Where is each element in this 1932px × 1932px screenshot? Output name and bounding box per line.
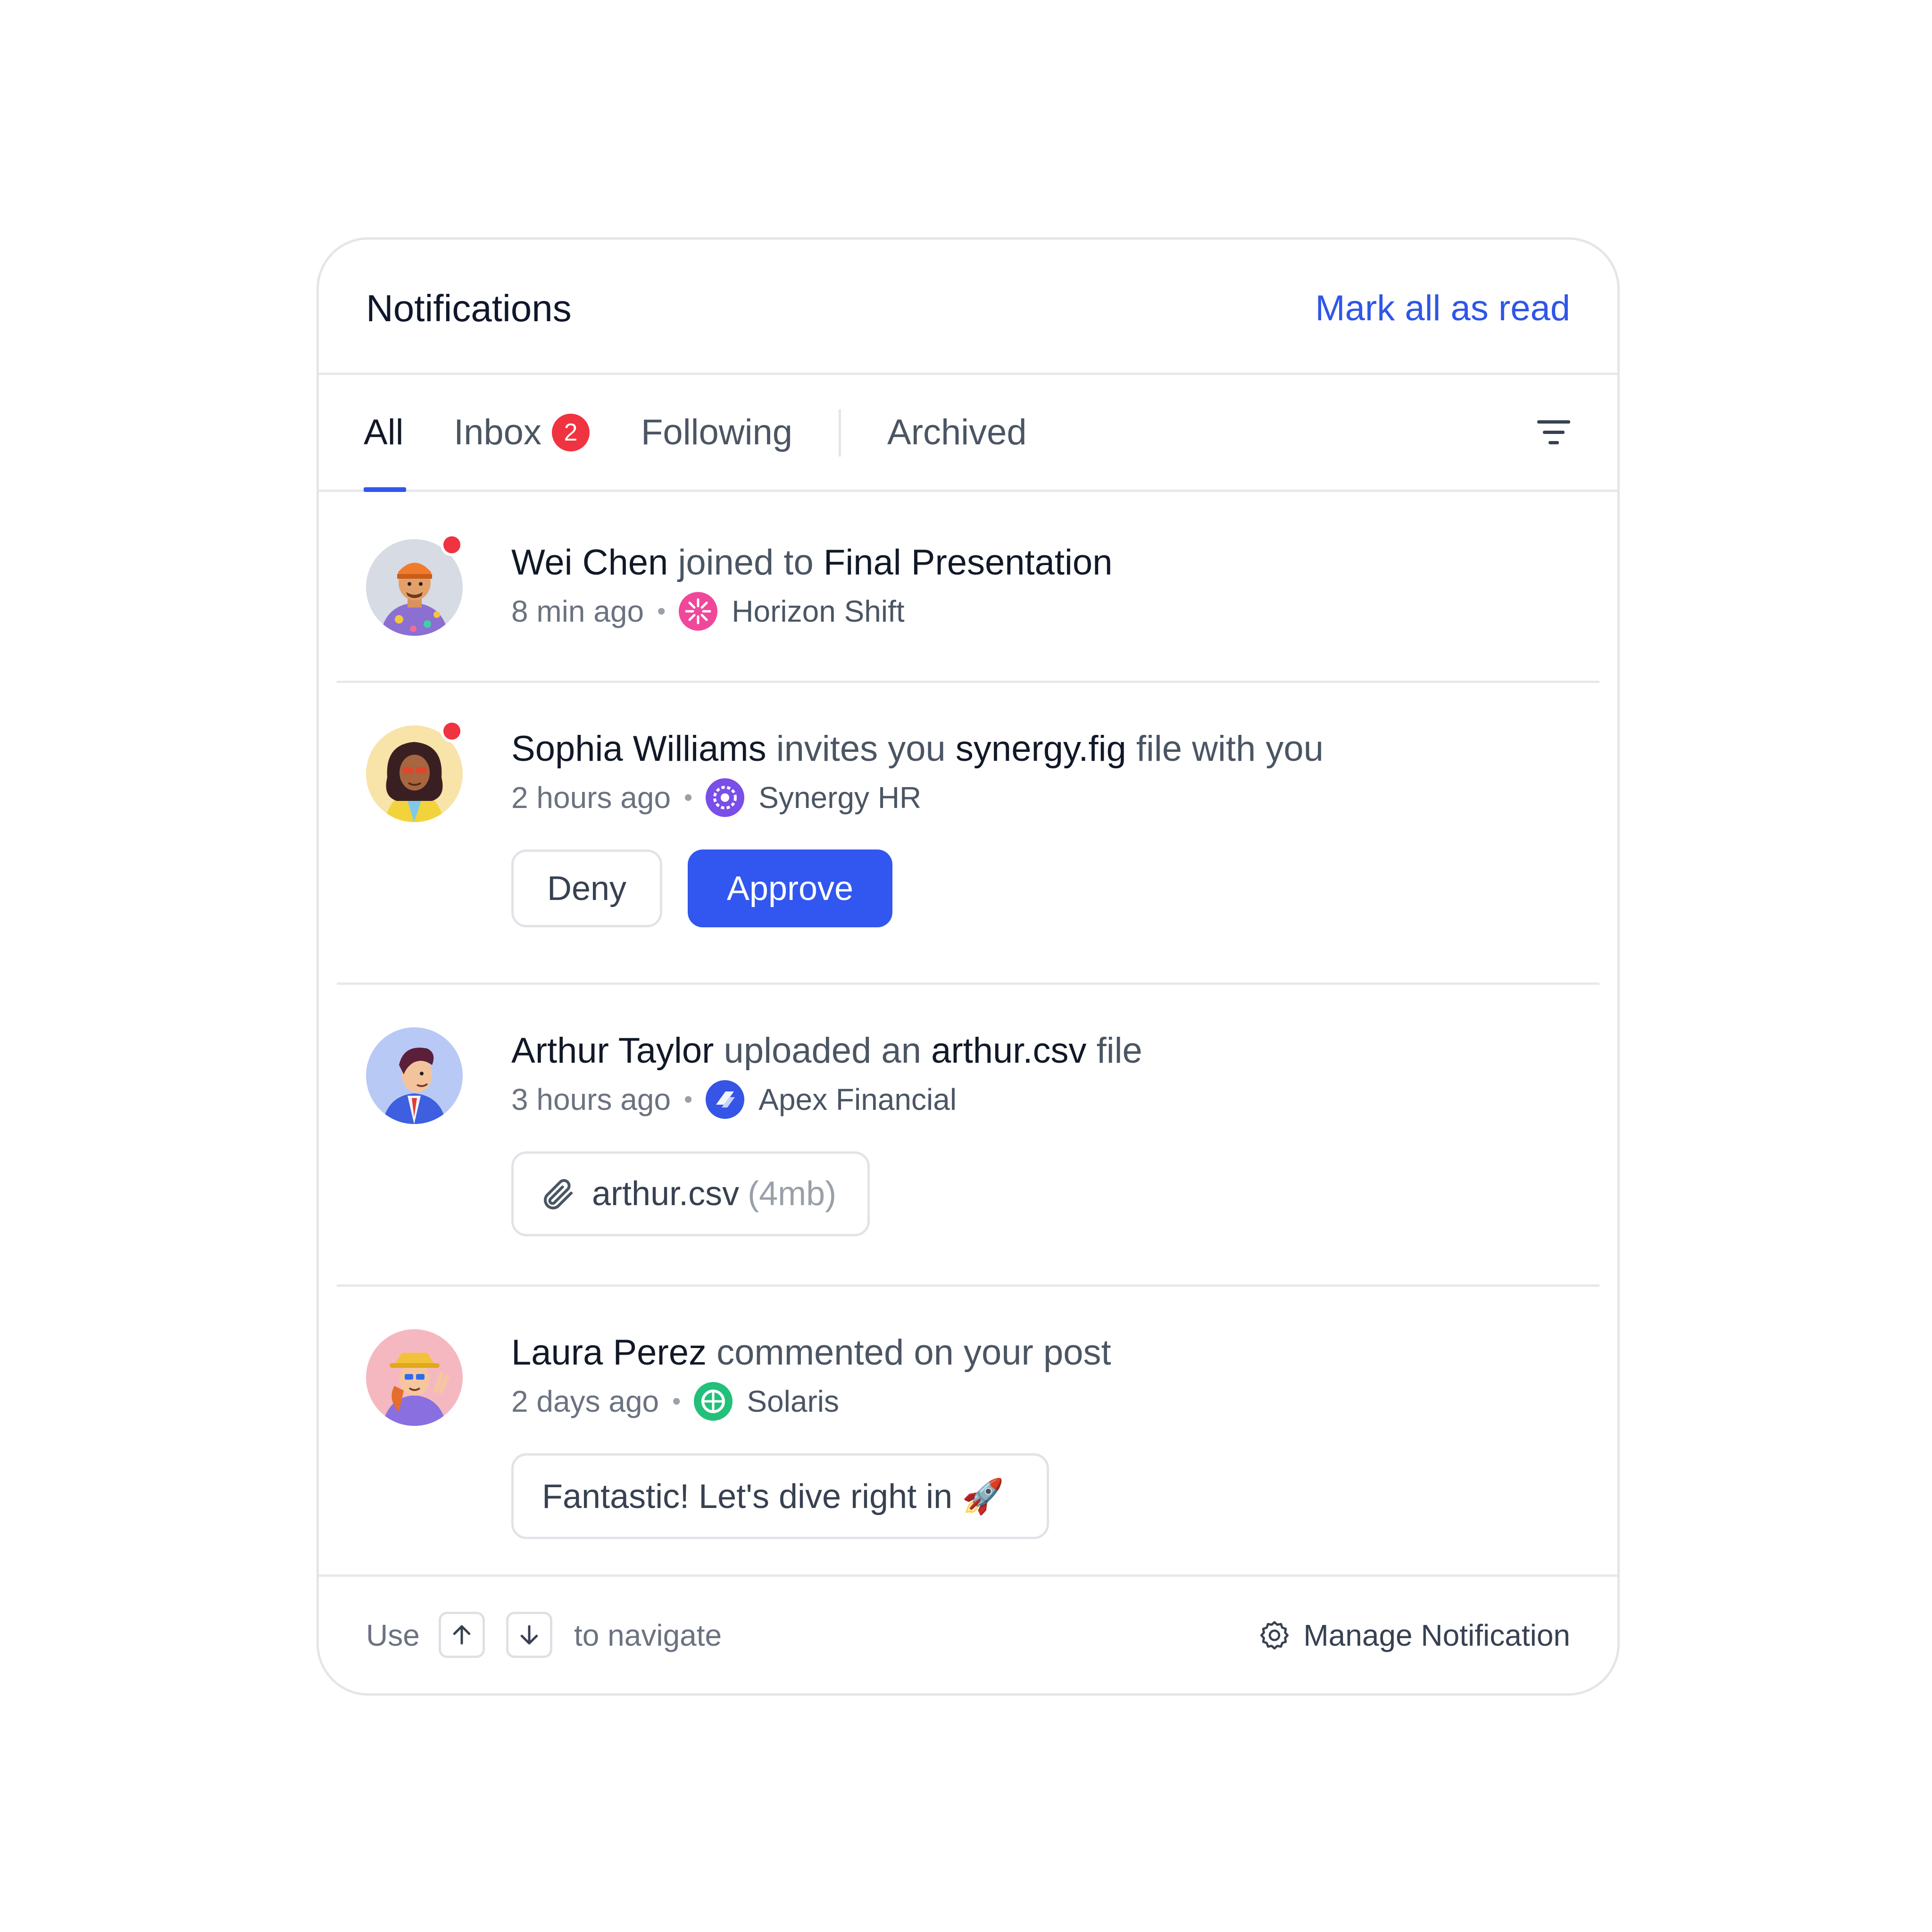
arrow-up-icon <box>453 1625 471 1645</box>
notifications-panel: Notifications Mark all as read All Inbox… <box>316 237 1620 1696</box>
attachment-size: (4mb) <box>748 1175 837 1213</box>
attachment-chip[interactable]: arthur.csv (4mb) <box>511 1151 870 1236</box>
timestamp: 3 hours ago <box>511 1083 671 1116</box>
horizon-shift-logo-icon <box>679 592 718 631</box>
tab-archived-label: Archived <box>887 412 1027 452</box>
panel-footer: Use to navigate Manage Notification <box>319 1574 1617 1693</box>
notification-verb: joined to <box>668 542 824 583</box>
notification-target[interactable]: arthur.csv <box>931 1031 1086 1071</box>
navigate-hint-suffix: to navigate <box>574 1618 722 1652</box>
notification-verb: commented on your post <box>707 1332 1111 1373</box>
avatar <box>366 1027 463 1124</box>
meta-separator: • <box>684 1086 693 1113</box>
solaris-logo-icon <box>694 1382 733 1421</box>
notification-meta: 8 min ago • Horizon Shift <box>511 590 905 633</box>
timestamp: 2 days ago <box>511 1384 659 1418</box>
org-name[interactable]: Synergy HR <box>758 780 921 815</box>
notification-item[interactable]: Arthur Taylor uploaded an arthur.csv fil… <box>337 983 1599 1287</box>
timestamp: 8 min ago <box>511 594 644 628</box>
notification-text: Sophia Williams invites you synergy.fig … <box>511 725 1324 773</box>
notification-meta: 2 days ago • Solaris <box>511 1380 839 1423</box>
deny-button[interactable]: Deny <box>511 849 662 927</box>
actor-name[interactable]: Wei Chen <box>511 542 668 583</box>
notification-target[interactable]: Final Presentation <box>824 542 1113 583</box>
org-name[interactable]: Apex Financial <box>758 1082 957 1117</box>
actor-name[interactable]: Sophia Williams <box>511 729 766 769</box>
panel-title: Notifications <box>366 287 572 329</box>
notification-text: Wei Chen joined to Final Presentation <box>511 539 1112 586</box>
tab-archived[interactable]: Archived <box>887 375 1027 490</box>
notification-target[interactable]: synergy.fig <box>956 729 1126 769</box>
unread-dot <box>441 720 463 742</box>
notification-suffix: file <box>1086 1031 1142 1071</box>
tab-bar: All Inbox 2 Following Archived <box>319 375 1617 492</box>
actor-name[interactable]: Arthur Taylor <box>511 1031 714 1071</box>
notification-verb: invites you <box>766 729 956 769</box>
notification-suffix: file with you <box>1126 729 1324 769</box>
meta-separator: • <box>684 784 693 811</box>
manage-notification-label: Manage Notification <box>1303 1618 1570 1652</box>
notification-verb: uploaded an <box>714 1031 932 1071</box>
tab-inbox[interactable]: Inbox 2 <box>454 375 590 490</box>
tab-following[interactable]: Following <box>641 375 792 490</box>
notification-item[interactable]: Wei Chen joined to Final Presentation 8 … <box>337 492 1599 683</box>
arrow-up-key[interactable] <box>439 1612 485 1658</box>
arrow-down-key[interactable] <box>506 1612 552 1658</box>
apex-financial-logo-icon <box>706 1080 745 1119</box>
actor-name[interactable]: Laura Perez <box>511 1332 707 1373</box>
meta-separator: • <box>672 1388 681 1415</box>
notification-meta: 3 hours ago • Apex Financial <box>511 1078 957 1121</box>
tab-divider <box>839 409 841 457</box>
org-name[interactable]: Solaris <box>747 1384 839 1419</box>
meta-separator: • <box>657 598 666 625</box>
synergy-hr-logo-icon <box>706 778 745 817</box>
avatar <box>366 1329 463 1426</box>
notification-item[interactable]: Laura Perez commented on your post 2 day… <box>337 1284 1599 1586</box>
notification-item[interactable]: Sophia Williams invites you synergy.fig … <box>337 681 1599 985</box>
manage-notification-link[interactable]: Manage Notification <box>1258 1577 1570 1693</box>
tab-all-label: All <box>364 412 404 452</box>
navigate-hint-prefix: Use <box>366 1618 420 1652</box>
comment-preview[interactable]: Fantastic! Let's dive right in 🚀 <box>511 1453 1049 1539</box>
org-name[interactable]: Horizon Shift <box>732 594 904 629</box>
notification-text: Laura Perez commented on your post <box>511 1329 1111 1376</box>
approve-button[interactable]: Approve <box>688 849 892 927</box>
tab-inbox-label: Inbox <box>454 412 541 452</box>
mark-all-read-link[interactable]: Mark all as read <box>1315 285 1570 332</box>
attachment-name: arthur.csv <box>592 1175 740 1213</box>
filter-icon[interactable] <box>1537 418 1570 447</box>
active-tab-indicator <box>364 487 406 492</box>
paperclip-icon <box>544 1179 573 1209</box>
gear-icon <box>1260 1621 1289 1649</box>
notification-meta: 2 hours ago • Synergy HR <box>511 776 921 819</box>
timestamp: 2 hours ago <box>511 781 671 815</box>
notification-text: Arthur Taylor uploaded an arthur.csv fil… <box>511 1027 1142 1074</box>
inbox-count-badge: 2 <box>551 413 590 451</box>
unread-dot <box>441 533 463 556</box>
panel-header: Notifications Mark all as read <box>319 240 1617 375</box>
tab-all[interactable]: All <box>364 375 403 490</box>
tab-following-label: Following <box>641 412 793 452</box>
arrow-down-icon <box>520 1625 538 1645</box>
